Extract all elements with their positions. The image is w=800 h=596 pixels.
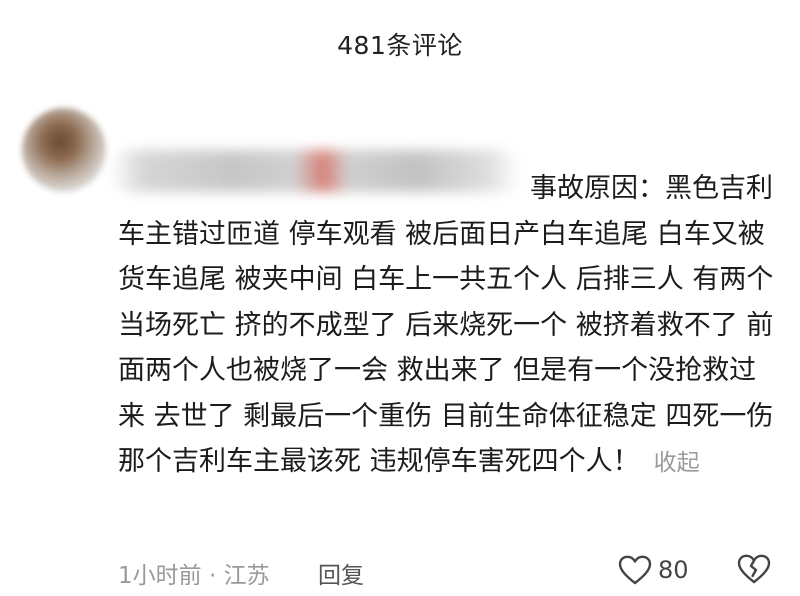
avatar[interactable] — [22, 108, 106, 192]
broken-heart-icon[interactable] — [737, 554, 771, 588]
like-button[interactable]: 80 — [618, 552, 689, 588]
reply-button[interactable]: 回复 — [318, 556, 364, 590]
comment-item: 事故原因：黑色吉利车主错过匝道 停车观看 被后面日产白车追尾 白车又被货车追尾 … — [0, 100, 800, 596]
comment-body: 事故原因：黑色吉利车主错过匝道 停车观看 被后面日产白车追尾 白车又被货车追尾 … — [118, 166, 783, 487]
like-count: 80 — [658, 556, 689, 584]
comment-count-title: 481条评论 — [337, 31, 463, 60]
comment-text: 事故原因：黑色吉利车主错过匝道 停车观看 被后面日产白车追尾 白车又被货车追尾 … — [118, 173, 774, 477]
collapse-button[interactable]: 收起 — [654, 450, 700, 476]
comment-time-location: 1小时前 · 江苏 — [118, 563, 270, 589]
heart-outline-icon — [618, 555, 652, 585]
